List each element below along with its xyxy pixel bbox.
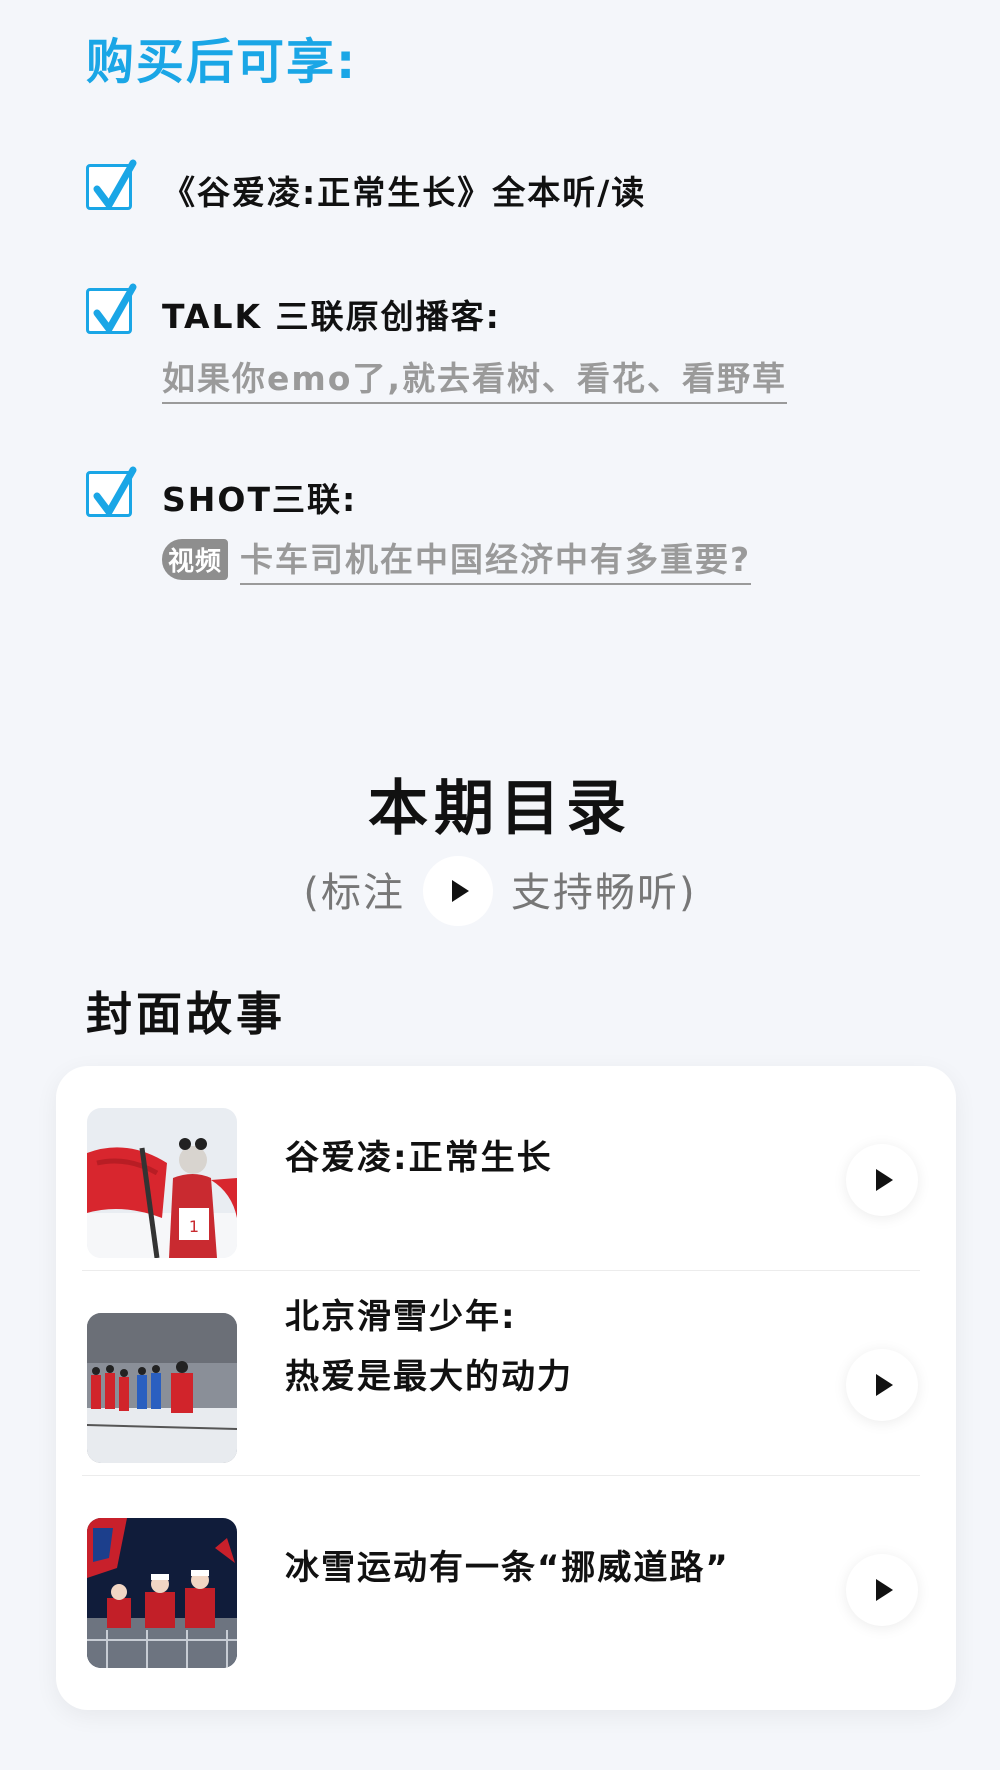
section-title: 封面故事 bbox=[86, 987, 286, 1041]
video-badge: 视频 bbox=[162, 538, 229, 580]
toc-hint-after: 支持畅听) bbox=[511, 870, 697, 916]
play-button[interactable] bbox=[846, 1144, 918, 1216]
play-icon bbox=[876, 1374, 893, 1396]
play-button[interactable] bbox=[846, 1349, 918, 1421]
toc-hint-before: (标注 bbox=[303, 870, 405, 916]
benefit-label: SHOT三联: bbox=[162, 480, 358, 519]
toc-title: 本期目录 bbox=[368, 774, 632, 844]
article-title-line: 北京滑雪少年: bbox=[285, 1297, 517, 1337]
article-row[interactable]: 1 谷爱凌:正常生长 bbox=[56, 1066, 956, 1271]
article-title-line: 热爱是最大的动力 bbox=[285, 1357, 573, 1397]
checkbox-checked-icon bbox=[86, 466, 137, 517]
benefit-label: 《谷爱凌:正常生长》全本听/读 bbox=[162, 173, 647, 212]
benefits-title: 购买后可享: bbox=[86, 34, 358, 90]
checkbox-checked-icon bbox=[86, 159, 137, 210]
article-thumbnail bbox=[87, 1313, 237, 1463]
play-icon bbox=[876, 1579, 893, 1601]
play-button[interactable] bbox=[846, 1554, 918, 1626]
podcast-link[interactable]: 如果你emo了,就去看树、看花、看野草 bbox=[162, 352, 787, 404]
toc-hint: (标注 支持畅听) bbox=[0, 856, 1000, 930]
checkbox-checked-icon bbox=[86, 283, 137, 334]
article-row[interactable]: 冰雪运动有一条“挪威道路” bbox=[56, 1476, 956, 1681]
article-title: 冰雪运动有一条“挪威道路” bbox=[285, 1548, 730, 1588]
video-link-label: 卡车司机在中国经济中有多重要? bbox=[240, 533, 752, 585]
play-icon bbox=[876, 1169, 893, 1191]
video-link[interactable]: 视频 卡车司机在中国经济中有多重要? bbox=[162, 533, 752, 587]
article-list-card: 1 谷爱凌:正常生长 北京滑雪少年: 热爱是最大的动力 冰雪运动有一条“挪威道路… bbox=[56, 1066, 956, 1710]
article-title: 北京滑雪少年: 热爱是最大的动力 bbox=[285, 1287, 765, 1407]
article-title: 谷爱凌:正常生长 bbox=[285, 1138, 553, 1178]
play-icon bbox=[423, 856, 493, 926]
benefit-label: TALK 三联原创播客: bbox=[162, 297, 501, 336]
article-row[interactable]: 北京滑雪少年: 热爱是最大的动力 bbox=[56, 1271, 956, 1476]
article-thumbnail bbox=[87, 1518, 237, 1668]
svg-text:1: 1 bbox=[189, 1217, 199, 1236]
article-thumbnail: 1 bbox=[87, 1108, 237, 1258]
